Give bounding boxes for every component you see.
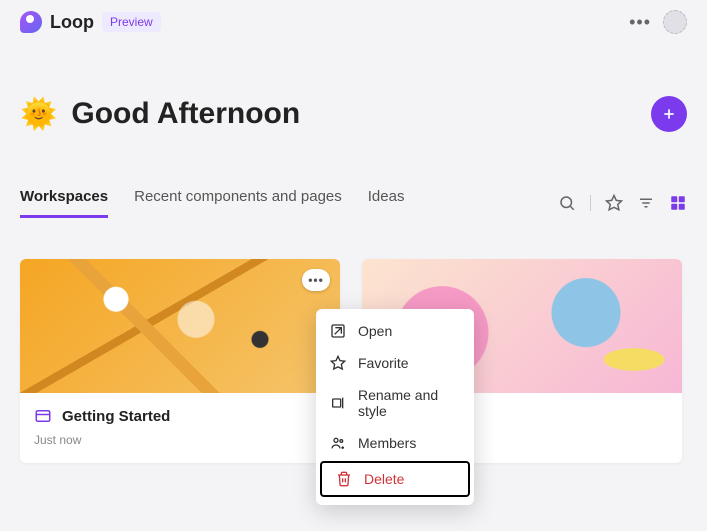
card-body: Getting Started Just now [20,393,340,463]
context-menu: Open Favorite Rename and style Members D… [316,309,474,505]
tab-workspaces[interactable]: Workspaces [20,188,108,218]
star-icon [330,355,346,371]
menu-item-label: Members [358,435,416,451]
topbar: Loop Preview ••• [0,0,707,44]
loop-logo-icon [20,11,42,33]
greeting-text: Good Afternoon [71,97,300,131]
user-avatar[interactable] [663,10,687,34]
menu-item-label: Rename and style [358,387,460,419]
tab-ideas[interactable]: Ideas [368,188,405,218]
members-icon [330,435,346,451]
tab-actions [558,194,687,212]
card-timestamp: Just now [34,433,326,447]
card-cover-image [20,259,340,393]
search-button[interactable] [558,194,576,212]
tabs: Workspaces Recent components and pages I… [20,188,404,218]
brand-name: Loop [50,12,94,33]
menu-item-label: Delete [364,471,404,487]
preview-badge: Preview [102,12,161,32]
rename-icon [330,395,346,411]
workspace-icon [34,407,52,425]
greeting: 🌞 Good Afternoon [20,97,300,132]
grid-view-button[interactable] [669,194,687,212]
more-options-button[interactable]: ••• [629,12,651,33]
greeting-row: 🌞 Good Afternoon [0,44,707,132]
favorites-button[interactable] [605,194,623,212]
menu-item-delete[interactable]: Delete [320,461,470,497]
brand: Loop Preview [20,11,161,33]
divider [590,195,591,211]
workspace-card[interactable]: ••• Getting Started Just now [20,259,340,463]
open-icon [330,323,346,339]
card-title: Getting Started [62,408,170,425]
greeting-emoji-icon: 🌞 [20,97,57,132]
trash-icon [336,471,352,487]
menu-item-open[interactable]: Open [316,315,474,347]
menu-item-members[interactable]: Members [316,427,474,459]
topbar-actions: ••• [629,10,687,34]
menu-item-label: Open [358,323,392,339]
tab-recent[interactable]: Recent components and pages [134,188,342,218]
add-workspace-button[interactable] [651,96,687,132]
menu-item-rename[interactable]: Rename and style [316,379,474,427]
menu-item-label: Favorite [358,355,409,371]
tabs-row: Workspaces Recent components and pages I… [0,132,707,219]
filter-button[interactable] [637,194,655,212]
menu-item-favorite[interactable]: Favorite [316,347,474,379]
card-more-button[interactable]: ••• [302,269,330,291]
